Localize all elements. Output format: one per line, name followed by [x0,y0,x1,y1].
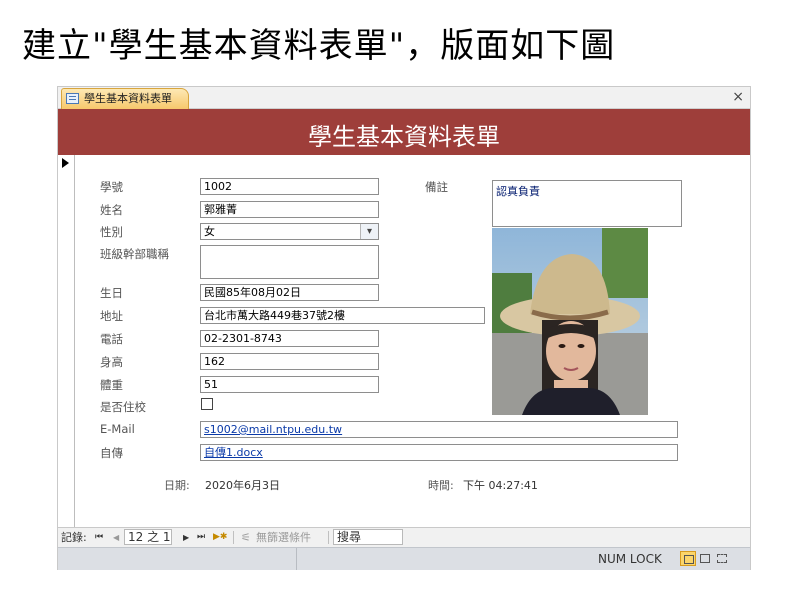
document-tab-bar: 學生基本資料表單 × [58,87,750,109]
height-label: 身高 [100,355,123,369]
name-field[interactable]: 郭雅菁 [200,201,379,218]
new-record-icon[interactable]: ▶✱ [213,530,227,545]
notes-label: 備註 [425,180,448,194]
form-icon [66,93,79,104]
email-link[interactable]: s1002@mail.ntpu.edu.tw [204,423,342,436]
previous-record-icon[interactable]: ◀ [113,530,119,545]
form-header: 學生基本資料表單 [58,109,750,155]
autobiography-label: 自傳 [100,446,123,460]
status-divider [296,548,297,570]
form-tab[interactable]: 學生基本資料表單 [61,88,189,109]
access-form-window: 學生基本資料表單 × 學生基本資料表單 學號 姓名 性別 班級幹部職稱 生日 地… [57,86,751,570]
time-value: 下午 04:27:41 [463,479,538,492]
weight-label: 體重 [100,378,123,392]
status-bar: NUM LOCK [58,547,750,570]
last-record-icon[interactable]: ⏭ [197,530,205,545]
filter-icon[interactable]: ⚟ [241,530,251,545]
date-label: 日期: [164,479,190,492]
next-record-icon[interactable]: ▶ [183,530,189,545]
time-label: 時間: [428,479,454,492]
lives-on-campus-label: 是否住校 [100,400,146,414]
form-tab-label: 學生基本資料表單 [84,92,172,105]
weight-field[interactable]: 51 [200,376,379,393]
phone-field[interactable]: 02-2301-8743 [200,330,379,347]
height-field[interactable]: 162 [200,353,379,370]
date-value: 2020年6月3日 [205,479,280,492]
email-label: E-Mail [100,422,135,436]
filter-status[interactable]: 無篩選條件 [256,530,311,545]
record-label: 記錄: [61,531,87,544]
current-record-box[interactable]: 12 之 1 [124,529,172,545]
class-officer-label: 班級幹部職稱 [100,247,169,261]
close-icon[interactable]: × [732,88,744,106]
current-record-arrow-icon [62,158,69,168]
first-record-icon[interactable]: ⏮ [95,530,103,545]
birthday-field[interactable]: 民國85年08月02日 [200,284,379,301]
address-label: 地址 [100,309,123,323]
notes-field[interactable]: 認真負責 [492,180,682,227]
autobiography-field[interactable]: 自傳1.docx [200,444,678,461]
address-field[interactable]: 台北市萬大路449巷37號2樓 [200,307,485,324]
autobiography-link[interactable]: 自傳1.docx [204,446,263,459]
slide-title: 建立"學生基本資料表單"，版面如下圖 [22,26,616,66]
gender-label: 性別 [100,225,123,239]
form-title: 學生基本資料表單 [308,123,500,151]
student-id-field[interactable]: 1002 [200,178,379,195]
phone-label: 電話 [100,332,123,346]
record-selector[interactable] [58,155,75,527]
search-box[interactable]: 搜尋 [333,529,403,545]
birthday-label: 生日 [100,286,123,300]
design-view-icon[interactable] [714,551,730,566]
class-officer-field[interactable] [200,245,379,279]
record-navigation-bar: 記錄: ⏮ ◀ 12 之 1 ▶ ⏭ ▶✱ ⚟ 無篩選條件 搜尋 [58,527,750,547]
student-id-label: 學號 [100,180,123,194]
student-photo [492,228,648,415]
email-field[interactable]: s1002@mail.ntpu.edu.tw [200,421,678,438]
form-view-icon[interactable] [680,551,696,566]
numlock-indicator: NUM LOCK [598,552,662,566]
layout-view-icon[interactable] [697,551,713,566]
gender-select[interactable]: 女 ▾ [200,223,379,240]
nav-divider [233,531,234,544]
nav-divider [328,531,329,544]
lives-on-campus-checkbox[interactable] [201,398,213,410]
gender-value: 女 [204,225,215,238]
name-label: 姓名 [100,203,123,217]
chevron-down-icon[interactable]: ▾ [360,224,378,239]
